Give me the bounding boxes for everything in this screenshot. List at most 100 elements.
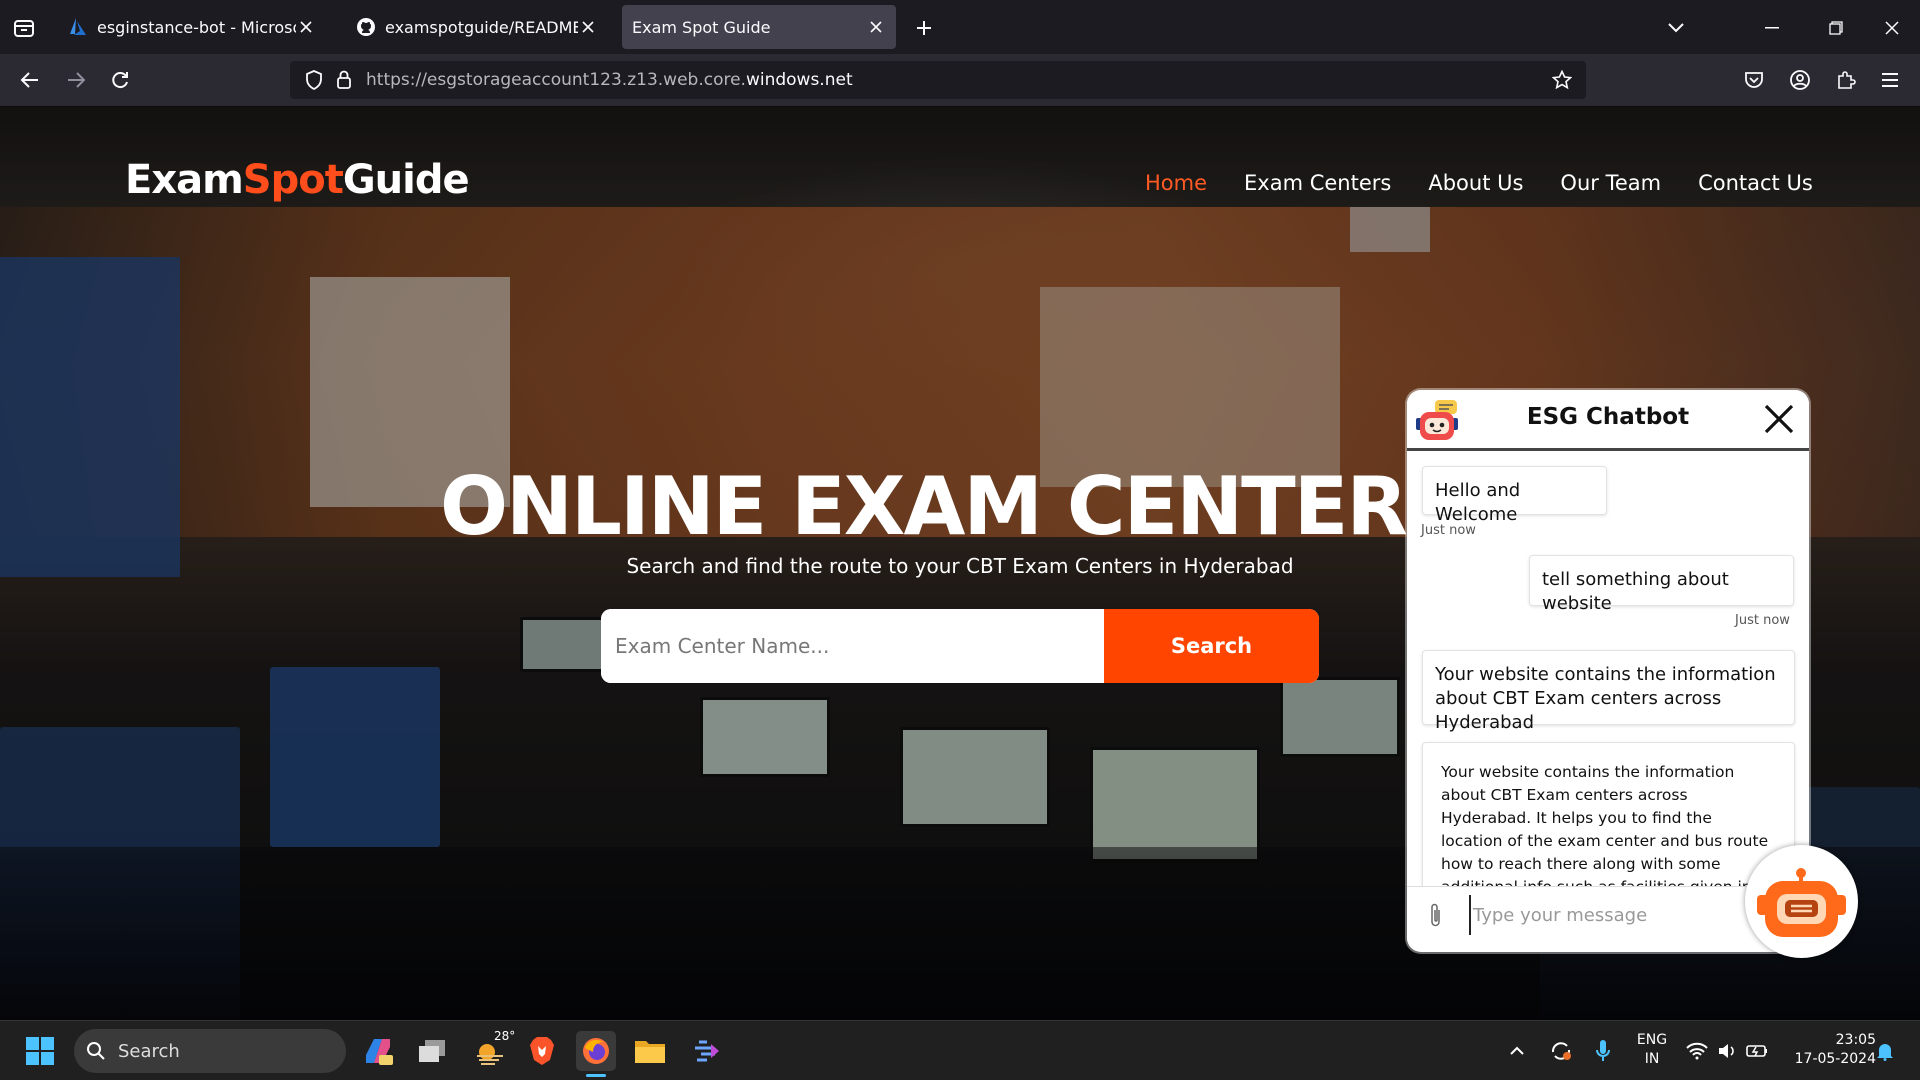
- bot-message: Your website contains the information ab…: [1422, 650, 1795, 733]
- nav-about-us[interactable]: About Us: [1428, 171, 1523, 195]
- lock-icon[interactable]: [330, 66, 358, 94]
- file-explorer-app[interactable]: [630, 1031, 670, 1071]
- close-tab-icon[interactable]: [866, 17, 886, 37]
- taskbar-clock[interactable]: 23:05 17-05-2024: [1780, 1031, 1876, 1069]
- microphone-tray-button[interactable]: [1588, 1031, 1618, 1071]
- hero-subtitle: Search and find the route to your CBT Ex…: [626, 554, 1294, 578]
- chatbot-header: ESG Chatbot: [1407, 390, 1809, 451]
- task-view-icon: [419, 1040, 445, 1062]
- hero-title: ONLINE EXAM CENTER: [440, 460, 1408, 553]
- firefox-app[interactable]: [576, 1031, 616, 1077]
- search-icon: [87, 1042, 105, 1060]
- show-hidden-icons-button[interactable]: [1502, 1031, 1532, 1071]
- bookmark-star-button[interactable]: [1548, 66, 1576, 94]
- dev-tool-app[interactable]: [686, 1031, 726, 1071]
- weather-temp: 28°: [494, 1029, 516, 1043]
- wifi-icon: [1686, 1042, 1708, 1060]
- copilot-icon: [366, 1039, 393, 1065]
- brave-app[interactable]: [522, 1031, 562, 1071]
- puzzle-icon: [1838, 71, 1856, 89]
- close-tab-icon[interactable]: [296, 17, 316, 37]
- new-tab-button[interactable]: [908, 12, 940, 44]
- minimize-button[interactable]: [1756, 12, 1788, 44]
- account-button[interactable]: [1784, 64, 1816, 96]
- windows-taskbar: Search 28° ENG IN 23:05 17-05-2024: [0, 1020, 1920, 1080]
- restore-button[interactable]: [1820, 12, 1852, 44]
- nav-home[interactable]: Home: [1145, 171, 1207, 195]
- minimize-icon: [1765, 27, 1779, 29]
- chatbot-close-button[interactable]: [1762, 402, 1796, 436]
- tab-azure[interactable]: esginstance-bot - Microsoft Azure: [58, 5, 326, 49]
- tab-list-button[interactable]: [8, 12, 40, 44]
- user-message: tell something about website: [1529, 555, 1794, 614]
- robot-icon: [1757, 868, 1846, 937]
- chatbot-message-input[interactable]: [1469, 895, 1759, 935]
- restore-icon: [1829, 21, 1843, 35]
- pocket-button[interactable]: [1738, 64, 1770, 96]
- weather-widget[interactable]: 28°: [466, 1029, 516, 1071]
- exam-center-search: Search: [601, 609, 1319, 683]
- chatbot-messages[interactable]: Hello and Welcome Just now tell somethin…: [1407, 454, 1809, 886]
- sync-icon: [1551, 1042, 1571, 1060]
- microphone-icon: [1596, 1040, 1610, 1061]
- battery-icon: [1746, 1045, 1767, 1057]
- wifi-tray-button[interactable]: [1682, 1031, 1712, 1071]
- message-timestamp: Just now: [1421, 523, 1476, 538]
- volume-tray-button[interactable]: [1712, 1031, 1742, 1071]
- extensions-button[interactable]: [1830, 64, 1862, 96]
- taskbar-search[interactable]: Search: [74, 1029, 346, 1073]
- chatbot-launcher-button[interactable]: [1745, 845, 1858, 958]
- account-icon: [1790, 70, 1810, 90]
- chatbot-title: ESG Chatbot: [1526, 404, 1690, 430]
- bell-icon: [1877, 1044, 1893, 1061]
- menu-button[interactable]: [1874, 64, 1906, 96]
- close-icon: [1885, 21, 1899, 35]
- clock-time: 23:05: [1835, 1032, 1876, 1048]
- tracking-protection-icon[interactable]: [300, 66, 328, 94]
- close-tab-icon[interactable]: [578, 17, 598, 37]
- tab-exam-spot-guide[interactable]: Exam Spot Guide: [622, 5, 896, 49]
- exam-center-search-input[interactable]: [601, 609, 1104, 683]
- star-icon: [1552, 70, 1572, 90]
- close-window-button[interactable]: [1876, 12, 1908, 44]
- plus-icon: [917, 21, 931, 35]
- app-icon: [695, 1040, 719, 1062]
- search-button[interactable]: Search: [1104, 609, 1319, 683]
- message-timestamp: Just now: [1735, 613, 1790, 628]
- reload-button[interactable]: [104, 64, 136, 96]
- forward-button[interactable]: [60, 64, 92, 96]
- brave-icon: [530, 1037, 554, 1065]
- url-bar[interactable]: https://esgstorageaccount123.z13.web.cor…: [290, 61, 1586, 99]
- back-button[interactable]: [14, 64, 46, 96]
- battery-tray-button[interactable]: [1742, 1031, 1772, 1071]
- active-indicator: [586, 1074, 606, 1077]
- azure-icon: [70, 18, 86, 35]
- site-nav: Home Exam Centers About Us Our Team Cont…: [1145, 171, 1813, 195]
- task-view-app[interactable]: [412, 1031, 452, 1071]
- paperclip-icon: [1431, 903, 1440, 927]
- arrow-right-icon: [68, 72, 86, 88]
- tab-title: examspotguide/README.md at: [385, 17, 578, 37]
- tab-github[interactable]: examspotguide/README.md at: [346, 5, 608, 49]
- attach-button[interactable]: [1421, 899, 1451, 931]
- copilot-app[interactable]: [358, 1031, 398, 1071]
- nav-our-team[interactable]: Our Team: [1560, 171, 1661, 195]
- list-all-tabs-button[interactable]: [1660, 12, 1692, 44]
- start-button[interactable]: [20, 1031, 60, 1071]
- input-language[interactable]: ENG IN: [1630, 1031, 1674, 1069]
- sync-tray-button[interactable]: [1544, 1031, 1578, 1071]
- site-logo[interactable]: ExamSpotGuide: [125, 157, 470, 203]
- close-icon: [1764, 404, 1794, 434]
- notifications-button[interactable]: [1870, 1031, 1900, 1071]
- bot-message: Your website contains the information ab…: [1422, 742, 1795, 886]
- clock-date: 17-05-2024: [1794, 1051, 1876, 1067]
- tab-bar: esginstance-bot - Microsoft Azure examsp…: [0, 0, 1920, 54]
- github-icon: [357, 18, 375, 36]
- tab-list-icon: [14, 20, 34, 37]
- pocket-icon: [1745, 72, 1763, 88]
- reload-icon: [112, 72, 128, 89]
- navigation-toolbar: https://esgstorageaccount123.z13.web.cor…: [0, 54, 1920, 107]
- nav-contact-us[interactable]: Contact Us: [1698, 171, 1813, 195]
- url-text[interactable]: https://esgstorageaccount123.z13.web.cor…: [366, 61, 853, 99]
- nav-exam-centers[interactable]: Exam Centers: [1244, 171, 1391, 195]
